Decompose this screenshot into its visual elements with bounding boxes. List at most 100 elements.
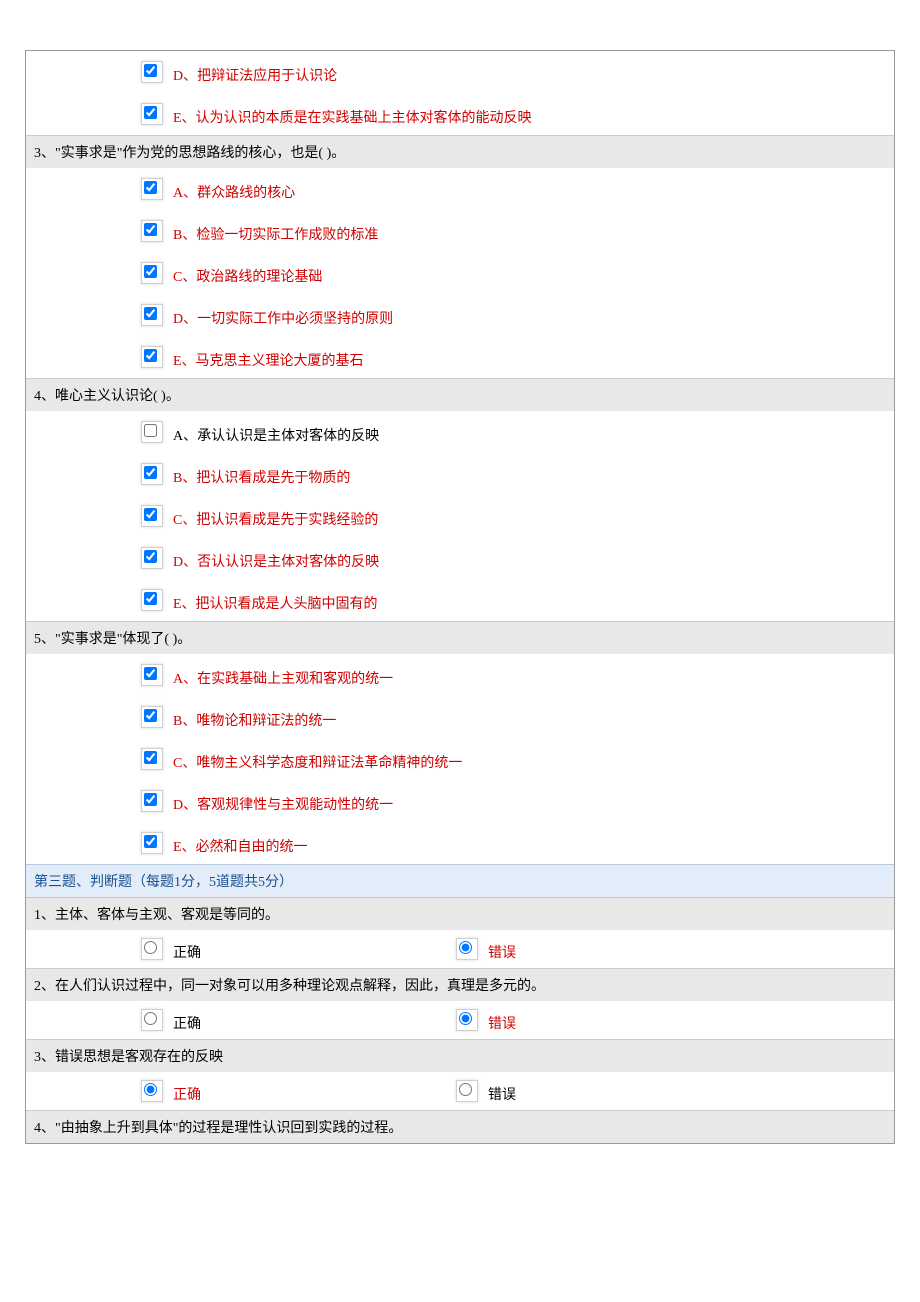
top-options-block: D、把辩证法应用于认识论 E、认为认识的本质是在实践基础上主体对客体的能动反映 [26,51,894,135]
question-5-options: A、在实践基础上主观和客观的统一 B、唯物论和辩证法的统一 C、唯物主义科学态度和辩… [26,654,894,864]
q5-option-e-checkbox-wrap[interactable] [141,832,163,854]
tf-2-correct-radio-wrap[interactable] [141,1009,163,1031]
q3-option-e-checkbox[interactable] [144,349,157,362]
q3-option-d-label: D、一切实际工作中必须坚持的原则 [173,308,393,328]
q5-option-a-label: A、在实践基础上主观和客观的统一 [173,668,393,688]
q3-option-b-row: B、检验一切实际工作成败的标准 [26,210,894,252]
q4-option-b-label: B、把认识看成是先于物质的 [173,467,350,487]
q2-option-d-label: D、把辩证法应用于认识论 [173,65,337,85]
q4-option-b-checkbox-wrap[interactable] [141,463,163,485]
tf-3-wrong-radio-wrap[interactable] [456,1080,478,1102]
tf-3-choices: 正确 错误 [26,1072,894,1110]
question-5-stem: 5、"实事求是"体现了( )。 [26,621,894,654]
tf-2-wrong-label: 错误 [488,1013,516,1033]
q3-option-c-row: C、政治路线的理论基础 [26,252,894,294]
q5-option-e-label: E、必然和自由的统一 [173,836,308,856]
tf-3-wrong-label: 错误 [488,1084,516,1104]
tf-4-stem: 4、"由抽象上升到具体"的过程是理性认识回到实践的过程。 [26,1110,894,1143]
q4-option-e-checkbox-wrap[interactable] [141,589,163,611]
q5-option-d-row: D、客观规律性与主观能动性的统一 [26,780,894,822]
q5-option-d-label: D、客观规律性与主观能动性的统一 [173,794,393,814]
q3-option-d-checkbox-wrap[interactable] [141,304,163,326]
q4-option-e-label: E、把认识看成是人头脑中固有的 [173,593,378,613]
q4-option-c-row: C、把认识看成是先于实践经验的 [26,495,894,537]
q4-option-a-row: A、承认认识是主体对客体的反映 [26,411,894,453]
q3-option-b-checkbox[interactable] [144,223,157,236]
q5-option-c-checkbox[interactable] [144,751,157,764]
tf-1-choices: 正确 错误 [26,930,894,968]
q3-option-c-checkbox-wrap[interactable] [141,262,163,284]
q3-option-a-checkbox-wrap[interactable] [141,178,163,200]
exam-container: D、把辩证法应用于认识论 E、认为认识的本质是在实践基础上主体对客体的能动反映 3… [25,50,895,1144]
tf-2-correct-radio[interactable] [144,1012,157,1025]
q3-option-a-checkbox[interactable] [144,181,157,194]
q4-option-d-checkbox[interactable] [144,550,157,563]
tf-3-correct-radio[interactable] [144,1083,157,1096]
tf-2-stem: 2、在人们认识过程中，同一对象可以用多种理论观点解释，因此，真理是多元的。 [26,968,894,1001]
q3-option-a-row: A、群众路线的核心 [26,168,894,210]
q5-option-e-row: E、必然和自由的统一 [26,822,894,864]
question-4-stem: 4、唯心主义认识论( )。 [26,378,894,411]
q5-option-e-checkbox[interactable] [144,835,157,848]
tf-1-wrong-radio-wrap[interactable] [456,938,478,960]
q4-option-c-checkbox-wrap[interactable] [141,505,163,527]
q5-option-d-checkbox[interactable] [144,793,157,806]
q3-option-d-row: D、一切实际工作中必须坚持的原则 [26,294,894,336]
q4-option-a-checkbox[interactable] [144,424,157,437]
tf-1-wrong-radio[interactable] [459,941,472,954]
tf-1-stem: 1、主体、客体与主观、客观是等同的。 [26,898,894,930]
q5-option-c-checkbox-wrap[interactable] [141,748,163,770]
q4-option-a-checkbox-wrap[interactable] [141,421,163,443]
tf-1-wrong-label: 错误 [488,942,516,962]
q3-option-a-label: A、群众路线的核心 [173,182,295,202]
q2-option-e-row: E、认为认识的本质是在实践基础上主体对客体的能动反映 [26,93,894,135]
question-3-stem: 3、"实事求是"作为党的思想路线的核心，也是( )。 [26,135,894,168]
tf-2-choices: 正确 错误 [26,1001,894,1039]
tf-3-wrong-radio[interactable] [459,1083,472,1096]
section-3-header: 第三题、判断题（每题1分，5道题共5分） [26,864,894,898]
tf-2-correct-label: 正确 [173,1013,201,1033]
q2-option-d-row: D、把辩证法应用于认识论 [26,51,894,93]
q4-option-b-checkbox[interactable] [144,466,157,479]
q3-option-b-checkbox-wrap[interactable] [141,220,163,242]
q4-option-d-checkbox-wrap[interactable] [141,547,163,569]
q3-option-d-checkbox[interactable] [144,307,157,320]
tf-1-correct-radio-wrap[interactable] [141,938,163,960]
tf-1-correct-label: 正确 [173,942,201,962]
question-4-options: A、承认认识是主体对客体的反映 B、把认识看成是先于物质的 C、把认识看成是先于实践… [26,411,894,621]
q2-option-e-checkbox-wrap[interactable] [141,103,163,125]
q2-option-e-checkbox[interactable] [144,106,157,119]
q2-option-d-checkbox[interactable] [144,64,157,77]
q3-option-c-checkbox[interactable] [144,265,157,278]
tf-2-wrong-radio[interactable] [459,1012,472,1025]
q2-option-e-label: E、认为认识的本质是在实践基础上主体对客体的能动反映 [173,107,532,127]
q3-option-e-checkbox-wrap[interactable] [141,346,163,368]
tf-1-correct-radio[interactable] [144,941,157,954]
q4-option-d-row: D、否认认识是主体对客体的反映 [26,537,894,579]
q3-option-b-label: B、检验一切实际工作成败的标准 [173,224,378,244]
q3-option-e-label: E、马克思主义理论大厦的基石 [173,350,364,370]
q5-option-d-checkbox-wrap[interactable] [141,790,163,812]
q5-option-c-label: C、唯物主义科学态度和辩证法革命精神的统一 [173,752,462,772]
true-false-block: 1、主体、客体与主观、客观是等同的。正确错误2、在人们认识过程中，同一对象可以用… [26,898,894,1143]
tf-3-correct-radio-wrap[interactable] [141,1080,163,1102]
q5-option-b-checkbox-wrap[interactable] [141,706,163,728]
q5-option-a-checkbox-wrap[interactable] [141,664,163,686]
q5-option-b-checkbox[interactable] [144,709,157,722]
q5-option-b-label: B、唯物论和辩证法的统一 [173,710,336,730]
q4-option-e-row: E、把认识看成是人头脑中固有的 [26,579,894,621]
q3-option-e-row: E、马克思主义理论大厦的基石 [26,336,894,378]
q5-option-a-checkbox[interactable] [144,667,157,680]
q4-option-c-checkbox[interactable] [144,508,157,521]
q4-option-e-checkbox[interactable] [144,592,157,605]
q3-option-c-label: C、政治路线的理论基础 [173,266,322,286]
q2-option-d-checkbox-wrap[interactable] [141,61,163,83]
q4-option-c-label: C、把认识看成是先于实践经验的 [173,509,378,529]
question-3-options: A、群众路线的核心 B、检验一切实际工作成败的标准 C、政治路线的理论基础 D、一切实… [26,168,894,378]
q4-option-a-label: A、承认认识是主体对客体的反映 [173,425,379,445]
tf-2-wrong-radio-wrap[interactable] [456,1009,478,1031]
q5-option-a-row: A、在实践基础上主观和客观的统一 [26,654,894,696]
tf-3-correct-label: 正确 [173,1084,201,1104]
q5-option-c-row: C、唯物主义科学态度和辩证法革命精神的统一 [26,738,894,780]
q4-option-b-row: B、把认识看成是先于物质的 [26,453,894,495]
